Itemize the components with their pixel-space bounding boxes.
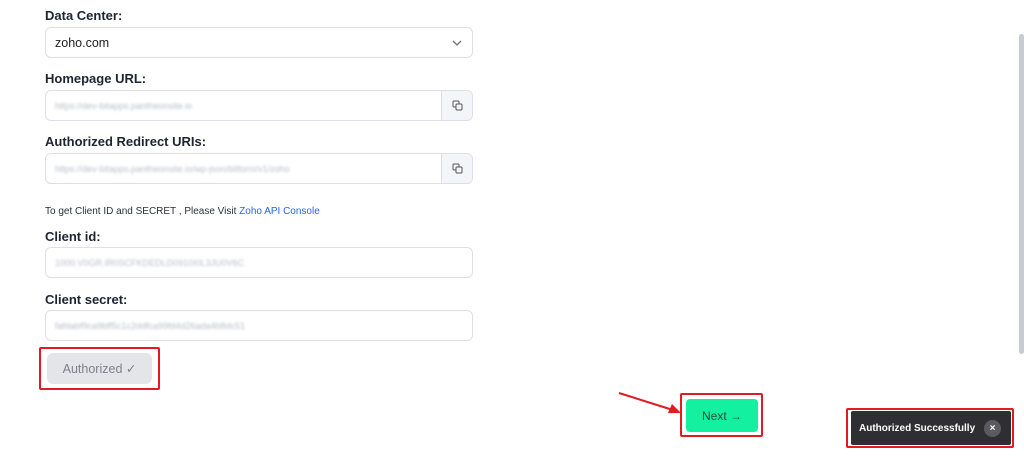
- close-icon[interactable]: ×: [984, 420, 1001, 437]
- client-secret-label: Client secret:: [45, 292, 128, 307]
- chevron-down-icon: [452, 40, 462, 46]
- data-center-select[interactable]: zoho.com: [45, 27, 473, 58]
- client-id-value: 1000.V0GR.IR0SCFKDEDLD0910I0L3JU0V6C: [55, 258, 245, 268]
- copy-redirect-uris-button[interactable]: [441, 154, 472, 183]
- client-id-hint: To get Client ID and SECRET , Please Vis…: [45, 206, 320, 217]
- next-button[interactable]: Next →: [686, 399, 758, 432]
- homepage-url-label: Homepage URL:: [45, 71, 147, 86]
- redirect-uris-label: Authorized Redirect URIs:: [45, 134, 207, 149]
- page-scrollbar[interactable]: [1019, 34, 1024, 354]
- copy-homepage-url-button[interactable]: [441, 91, 472, 120]
- zoho-api-console-link[interactable]: Zoho API Console: [239, 206, 320, 217]
- client-id-input[interactable]: 1000.V0GR.IR0SCFKDEDLD0910I0L3JU0V6C: [45, 247, 473, 278]
- client-secret-input[interactable]: fafdabf9ca9bff5c1c2ddfca99fd4d26ada4b8dc…: [45, 310, 473, 341]
- client-id-label: Client id:: [45, 229, 101, 244]
- homepage-url-field[interactable]: https://dev-bitapps.pantheonsite.io: [45, 90, 473, 121]
- copy-icon: [452, 100, 462, 111]
- redirect-uris-field[interactable]: https://dev-bitapps.pantheonsite.io/wp-j…: [45, 153, 473, 184]
- data-center-value: zoho.com: [55, 36, 110, 50]
- authorized-button[interactable]: Authorized ✓: [47, 353, 152, 384]
- hint-text: To get Client ID and SECRET , Please Vis…: [45, 206, 240, 217]
- data-center-label: Data Center:: [45, 8, 123, 23]
- annotation-arrow-icon: [618, 392, 681, 413]
- homepage-url-value: https://dev-bitapps.pantheonsite.io: [55, 101, 193, 111]
- copy-icon: [452, 163, 462, 174]
- toast-message: Authorized Successfully: [859, 422, 976, 434]
- client-secret-value: fafdabf9ca9bff5c1c2ddfca99fd4d26ada4b8dc…: [55, 321, 246, 331]
- success-toast: Authorized Successfully ×: [851, 411, 1011, 445]
- redirect-uris-value: https://dev-bitapps.pantheonsite.io/wp-j…: [55, 164, 290, 174]
